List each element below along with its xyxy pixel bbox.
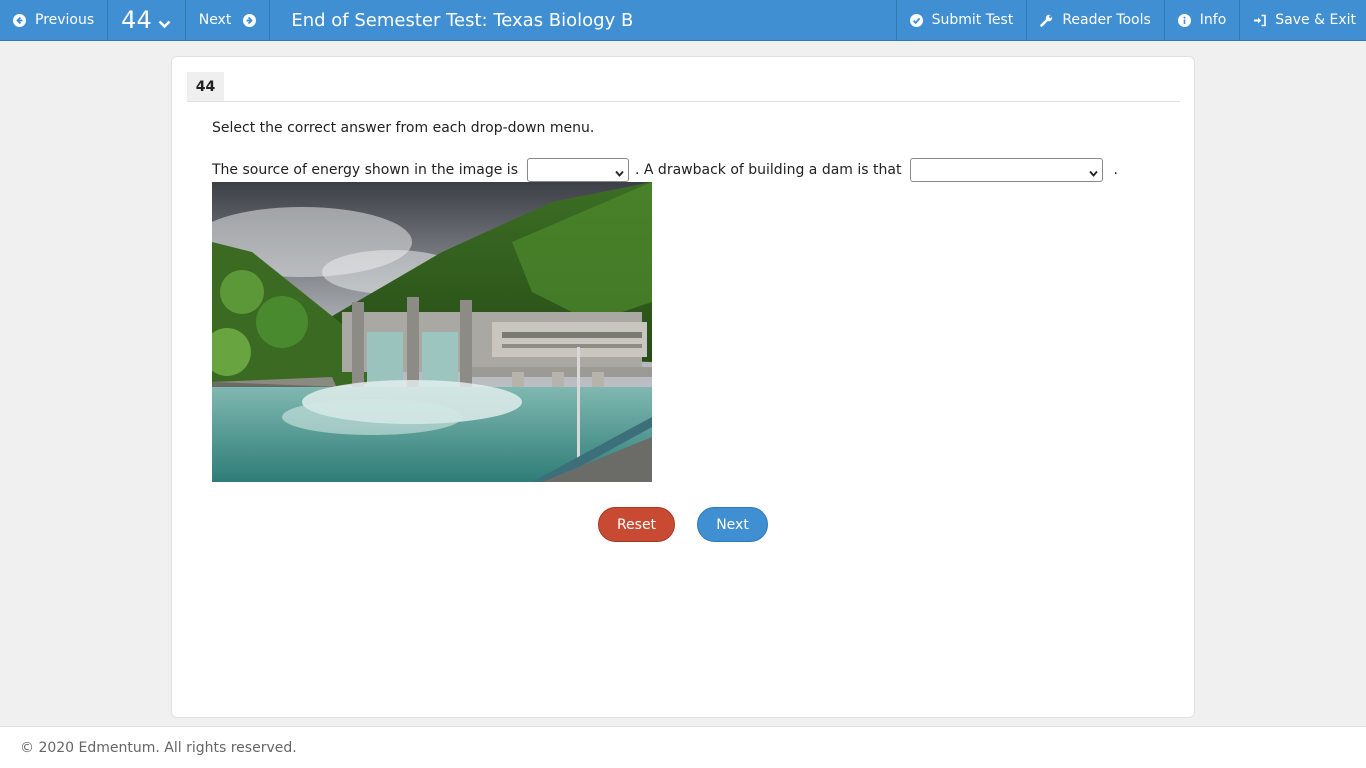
question-number: 44 [121,6,152,34]
prompt-text-2: . A drawback of building a dam is that [635,162,902,178]
arrow-circle-left-icon [13,13,26,27]
sign-out-icon [1253,14,1267,27]
test-title: End of Semester Test: Texas Biology B [291,9,634,31]
previous-button[interactable]: Previous [0,0,109,40]
footer: © 2020 Edmentum. All rights reserved. [0,726,1366,768]
reader-tools-label: Reader Tools [1062,12,1151,28]
question-badge: 44 [187,72,224,101]
prompt-text-1: The source of energy shown in the image … [212,162,518,178]
save-exit-button[interactable]: Save & Exit [1239,0,1366,40]
question-card: 44 Select the correct answer from each d… [171,56,1195,718]
prompt-end: . [1113,162,1118,178]
info-button[interactable]: Info [1163,0,1240,40]
question-header: 44 [187,72,1180,102]
info-label: Info [1199,12,1227,28]
reset-button[interactable]: Reset [598,507,675,542]
arrow-circle-right-icon [243,13,257,27]
check-circle-icon [909,13,923,27]
next-toolbar-label: Next [198,12,232,28]
next-toolbar-button[interactable]: Next [186,0,271,40]
submit-test-button[interactable]: Submit Test [895,0,1027,40]
dam-drawback-dropdown[interactable] [910,158,1104,182]
question-instruction: Select the correct answer from each drop… [212,120,595,136]
info-circle-icon [1177,13,1191,27]
copyright-text: © 2020 Edmentum. All rights reserved. [20,740,297,756]
chevron-down-icon [158,14,171,33]
wrench-icon [1040,14,1053,27]
save-exit-label: Save & Exit [1275,12,1356,28]
question-prompt: The source of energy shown in the image … [212,158,1122,182]
reader-tools-button[interactable]: Reader Tools [1026,0,1163,40]
chevron-down-icon [615,166,624,182]
question-selector[interactable]: 44 [108,0,186,40]
chevron-down-icon [1089,166,1099,182]
next-button[interactable]: Next [697,507,768,542]
hydroelectric-dam-image [212,182,652,482]
previous-label: Previous [35,12,95,28]
submit-test-label: Submit Test [931,12,1014,28]
top-toolbar: Previous 44 Next End of Semester Test: T… [0,0,1366,41]
energy-source-dropdown[interactable] [527,158,629,182]
